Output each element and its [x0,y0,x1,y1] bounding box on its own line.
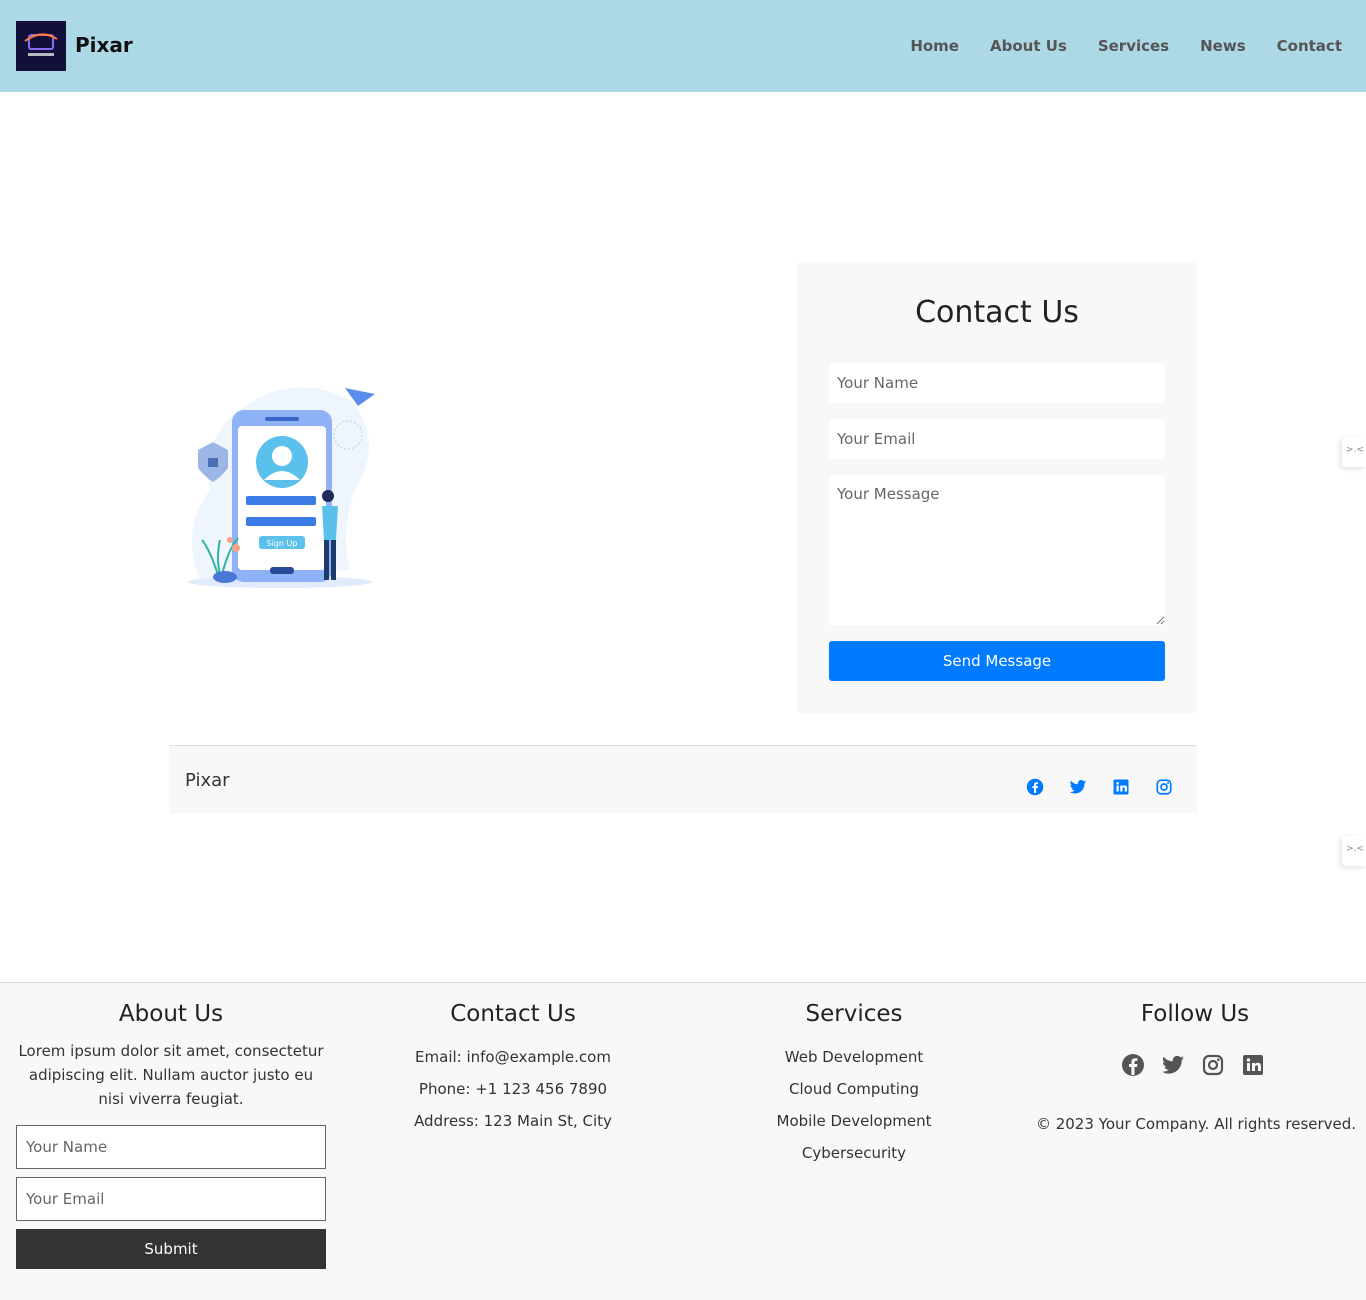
linkedin-icon[interactable] [1241,1053,1265,1077]
footer-email-input[interactable] [16,1177,326,1221]
footer-name-input[interactable] [16,1125,326,1169]
footer-contact-address: Address: 123 Main St, City [414,1112,612,1130]
nav-services[interactable]: Services [1098,37,1169,55]
footer-follow-title: Follow Us [1140,1001,1250,1027]
footer-about-column: About Us Lorem ipsum dolor sit amet, con… [0,983,342,1111]
footer-follow-column: Follow Us [1024,983,1366,1027]
facebook-icon[interactable] [1121,1053,1145,1077]
name-input[interactable] [829,363,1165,403]
floating-widget-tab-1[interactable]: >.< [1342,437,1366,467]
footer-service-item[interactable]: Cloud Computing [683,1073,1025,1105]
footer-contact-phone: Phone: +1 123 456 7890 [418,1080,608,1098]
main-nav: Home About Us Services News Contact [910,37,1342,55]
midbar-brand[interactable]: Pixar [185,770,230,791]
site-header: Pixar Home About Us Services News Contac… [0,0,1366,92]
footer-about-text: Lorem ipsum dolor sit amet, consectetur … [18,1042,324,1108]
twitter-icon[interactable] [1161,1053,1185,1077]
message-textarea[interactable] [829,475,1165,625]
facebook-icon[interactable] [1026,778,1044,796]
copyright-text: © 2023 Your Company. All rights reserved… [1035,1115,1357,1133]
nav-contact[interactable]: Contact [1277,37,1342,55]
footer-services-column: Services Web Development Cloud Computing… [683,983,1025,1169]
send-message-button[interactable]: Send Message [829,641,1165,681]
footer-contact-email[interactable]: Email: info@example.com [342,1041,684,1073]
twitter-icon[interactable] [1069,778,1087,796]
nav-about-us[interactable]: About Us [990,37,1067,55]
site-footer: About Us Lorem ipsum dolor sit amet, con… [0,982,1366,1300]
logo[interactable] [16,21,66,71]
signup-illustration: Sign Up [180,380,380,595]
illustration-signup-text: Sign Up [267,539,298,548]
nav-news[interactable]: News [1200,37,1246,55]
footer-submit-button[interactable]: Submit [16,1229,326,1269]
footer-about-title: About Us [118,1001,224,1027]
email-input[interactable] [829,419,1165,459]
floating-widget-tab-2[interactable]: >.< [1342,836,1366,866]
brand-name[interactable]: Pixar [75,33,133,57]
nav-home[interactable]: Home [910,37,959,55]
instagram-icon[interactable] [1155,778,1173,796]
footer-service-item[interactable]: Web Development [683,1041,1025,1073]
mid-footer-bar: Pixar [169,745,1197,813]
social-links [1026,778,1173,796]
footer-contact-title: Contact Us [450,1001,576,1027]
instagram-icon[interactable] [1201,1053,1225,1077]
footer-service-item[interactable]: Cybersecurity [683,1137,1025,1169]
footer-services-title: Services [805,1001,903,1027]
linkedin-icon[interactable] [1112,778,1130,796]
footer-service-item[interactable]: Mobile Development [683,1105,1025,1137]
footer-contact-column: Contact Us Email: info@example.com Phone… [342,983,684,1137]
contact-form-title: Contact Us [915,295,1079,330]
footer-social-links [1121,1053,1265,1077]
contact-form-card: Contact Us Send Message [797,262,1197,713]
